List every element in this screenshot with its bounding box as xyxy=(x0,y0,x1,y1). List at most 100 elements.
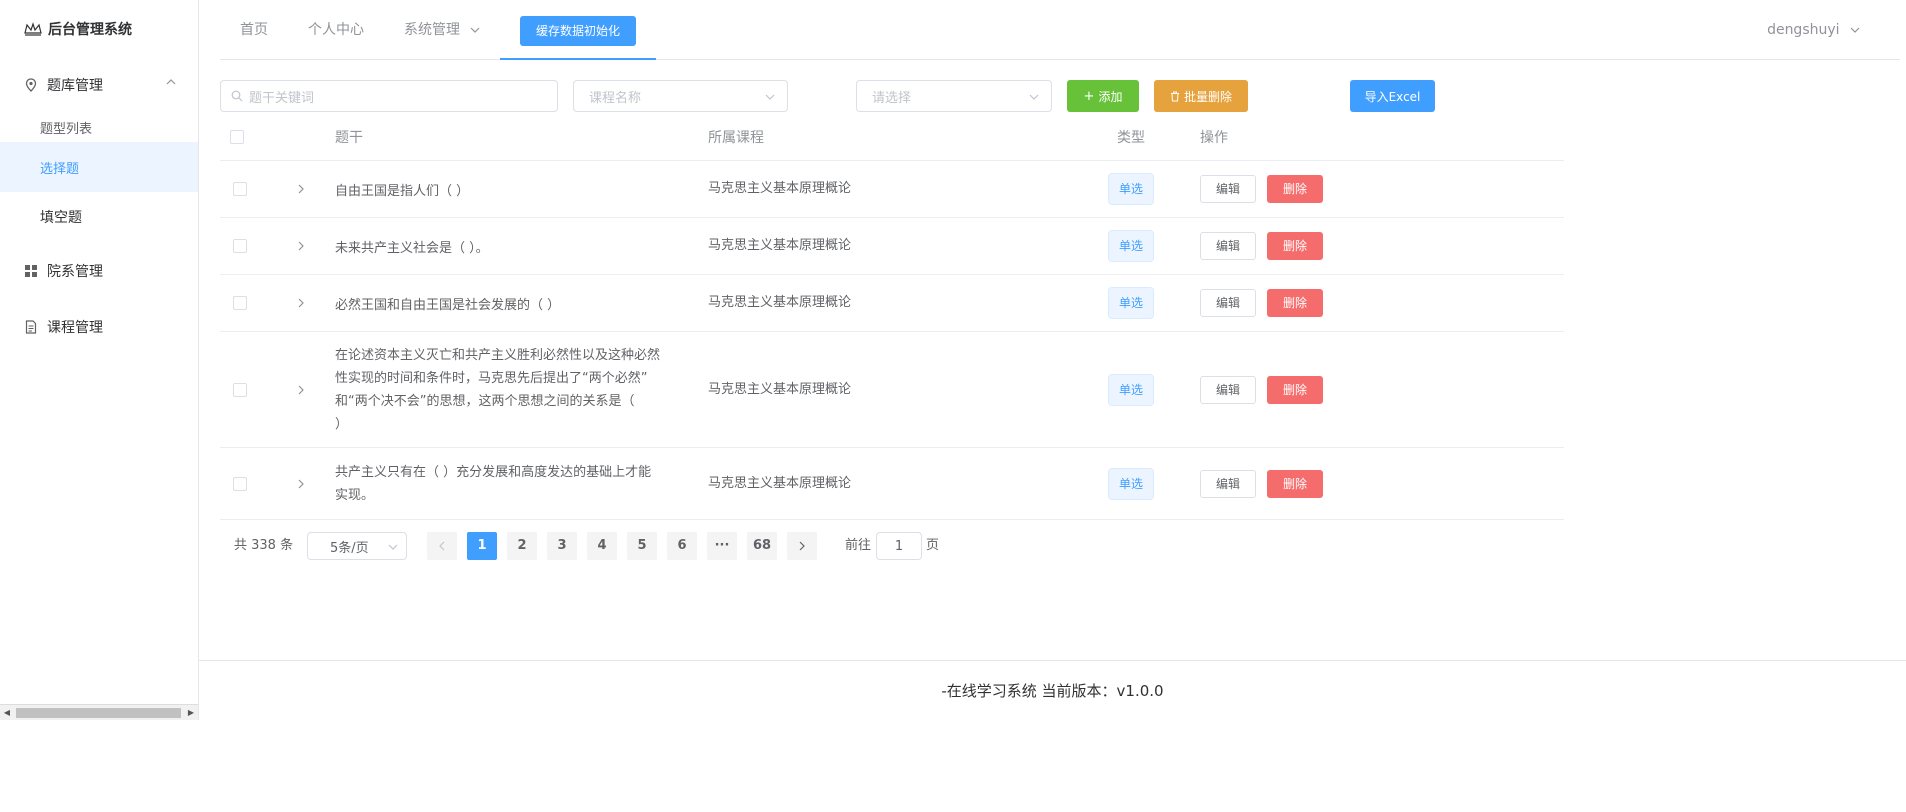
edit-button[interactable]: 编辑 xyxy=(1200,470,1256,498)
nav-home[interactable]: 首页 xyxy=(240,0,268,60)
row-checkbox[interactable] xyxy=(233,477,247,491)
sidebar-menu-label: 院系管理 xyxy=(47,264,103,280)
prev-page-button[interactable] xyxy=(427,532,457,560)
row-checkbox[interactable] xyxy=(233,383,247,397)
footer-version: -在线学习系统 当前版本：v1.0.0 xyxy=(941,682,1164,700)
page-size-value: 5条/页 xyxy=(330,540,369,556)
question-course: 马克思主义基本原理概论 xyxy=(708,295,852,310)
row-divider xyxy=(220,519,1564,520)
row-checkbox[interactable] xyxy=(233,239,247,253)
import-excel-button[interactable]: 导入Excel xyxy=(1350,80,1435,112)
question-stem: 必然王国和自由王国是社会发展的（ ） xyxy=(335,298,561,313)
nav-label: 系统管理 xyxy=(404,22,460,38)
question-stem: 自由王国是指人们（ ） xyxy=(335,184,470,199)
add-button[interactable]: + 添加 xyxy=(1067,80,1139,112)
app-title: 后台管理系统 xyxy=(48,22,132,38)
grid-icon xyxy=(24,264,38,278)
username: dengshuyi xyxy=(1767,22,1840,38)
page-2[interactable]: 2 xyxy=(507,532,537,560)
question-stem: 未来共产主义社会是（ ）。 xyxy=(335,241,489,256)
chevron-right-icon[interactable] xyxy=(298,184,304,194)
scrollbar-thumb[interactable] xyxy=(16,708,181,718)
more-pages-button[interactable]: ··· xyxy=(707,532,737,560)
sidebar: 后台管理系统 题库管理 题型列表 选择题 填空题 院系管理 课程管理 ◀ ▶ xyxy=(0,0,199,720)
sidebar-menu-label: 课程管理 xyxy=(47,320,103,336)
select-all-checkbox[interactable] xyxy=(230,130,244,144)
chevron-right-icon[interactable] xyxy=(298,298,304,308)
edit-button[interactable]: 编辑 xyxy=(1200,376,1256,404)
page-6[interactable]: 6 xyxy=(667,532,697,560)
course-placeholder: 课程名称 xyxy=(589,90,642,106)
top-navigation: 首页 个人中心 系统管理 缓存数据初始化 dengshuyi xyxy=(220,0,1900,60)
chevron-down-icon xyxy=(1850,27,1860,33)
keyword-search-input[interactable]: 题干关键词 xyxy=(220,80,558,112)
row-checkbox[interactable] xyxy=(233,182,247,196)
batch-delete-button[interactable]: 批量删除 xyxy=(1154,80,1248,112)
edit-button[interactable]: 编辑 xyxy=(1200,232,1256,260)
type-tag: 单选 xyxy=(1108,374,1154,406)
type-select[interactable]: 请选择 xyxy=(856,80,1052,112)
row-divider xyxy=(220,160,1564,161)
sidebar-item-multiple-choice[interactable]: 选择题 xyxy=(0,142,198,192)
add-button-label: 添加 xyxy=(1098,89,1123,104)
scroll-left-icon[interactable]: ◀ xyxy=(2,708,12,718)
chevron-right-icon[interactable] xyxy=(298,241,304,251)
scroll-right-icon[interactable]: ▶ xyxy=(186,708,196,718)
type-tag: 单选 xyxy=(1108,230,1154,262)
trash-icon xyxy=(1170,91,1179,101)
page-3[interactable]: 3 xyxy=(547,532,577,560)
delete-button[interactable]: 删除 xyxy=(1267,232,1323,260)
goto-prefix: 前往 xyxy=(845,538,872,553)
chevron-right-icon xyxy=(799,541,805,550)
app-logo[interactable]: 后台管理系统 xyxy=(24,18,132,40)
chevron-down-icon xyxy=(388,544,398,550)
goto-page-value: 1 xyxy=(894,538,904,554)
user-menu[interactable]: dengshuyi xyxy=(1767,0,1860,60)
sidebar-menu-departments[interactable]: 院系管理 xyxy=(0,246,198,296)
plus-icon: + xyxy=(1083,88,1095,104)
row-divider xyxy=(220,217,1564,218)
course-name-select[interactable]: 课程名称 xyxy=(573,80,788,112)
chevron-right-icon[interactable] xyxy=(298,479,304,489)
edit-button[interactable]: 编辑 xyxy=(1200,289,1256,317)
page-68[interactable]: 68 xyxy=(747,532,777,560)
goto-suffix: 页 xyxy=(926,538,940,553)
next-page-button[interactable] xyxy=(787,532,817,560)
chevron-left-icon xyxy=(439,541,445,550)
column-header-course: 所属课程 xyxy=(708,130,764,146)
nav-profile[interactable]: 个人中心 xyxy=(308,0,364,60)
row-checkbox[interactable] xyxy=(233,296,247,310)
batch-delete-label: 批量删除 xyxy=(1183,89,1232,104)
row-divider xyxy=(220,274,1564,275)
select-placeholder: 请选择 xyxy=(872,90,912,106)
footer-divider xyxy=(199,660,1906,661)
document-icon xyxy=(24,320,38,334)
pagination-total: 共 338 条 xyxy=(234,538,294,553)
delete-button[interactable]: 删除 xyxy=(1267,470,1323,498)
chevron-up-icon xyxy=(166,79,176,85)
chevron-right-icon[interactable] xyxy=(298,385,304,395)
sidebar-item-fill-blank[interactable]: 填空题 xyxy=(0,192,198,242)
type-tag: 单选 xyxy=(1108,287,1154,319)
page-size-select[interactable]: 5条/页 xyxy=(307,532,407,560)
chevron-down-icon xyxy=(1029,94,1039,100)
delete-button[interactable]: 删除 xyxy=(1267,175,1323,203)
column-header-stem: 题干 xyxy=(335,130,363,146)
nav-system-management[interactable]: 系统管理 xyxy=(404,0,480,60)
page-5[interactable]: 5 xyxy=(627,532,657,560)
row-divider xyxy=(220,447,1564,448)
delete-button[interactable]: 删除 xyxy=(1267,376,1323,404)
sidebar-horizontal-scrollbar[interactable]: ◀ ▶ xyxy=(0,704,198,720)
nav-cache-init[interactable]: 缓存数据初始化 xyxy=(500,0,656,60)
nav-cache-init-button[interactable]: 缓存数据初始化 xyxy=(520,16,636,46)
edit-button[interactable]: 编辑 xyxy=(1200,175,1256,203)
chevron-down-icon xyxy=(471,27,480,33)
sidebar-menu-label: 题库管理 xyxy=(47,78,103,94)
page-1[interactable]: 1 xyxy=(467,532,497,560)
delete-button[interactable]: 删除 xyxy=(1267,289,1323,317)
crown-icon xyxy=(24,22,42,36)
question-course: 马克思主义基本原理概论 xyxy=(708,382,852,397)
goto-page-input[interactable]: 1 xyxy=(876,532,922,560)
sidebar-menu-courses[interactable]: 课程管理 xyxy=(0,302,198,352)
page-4[interactable]: 4 xyxy=(587,532,617,560)
